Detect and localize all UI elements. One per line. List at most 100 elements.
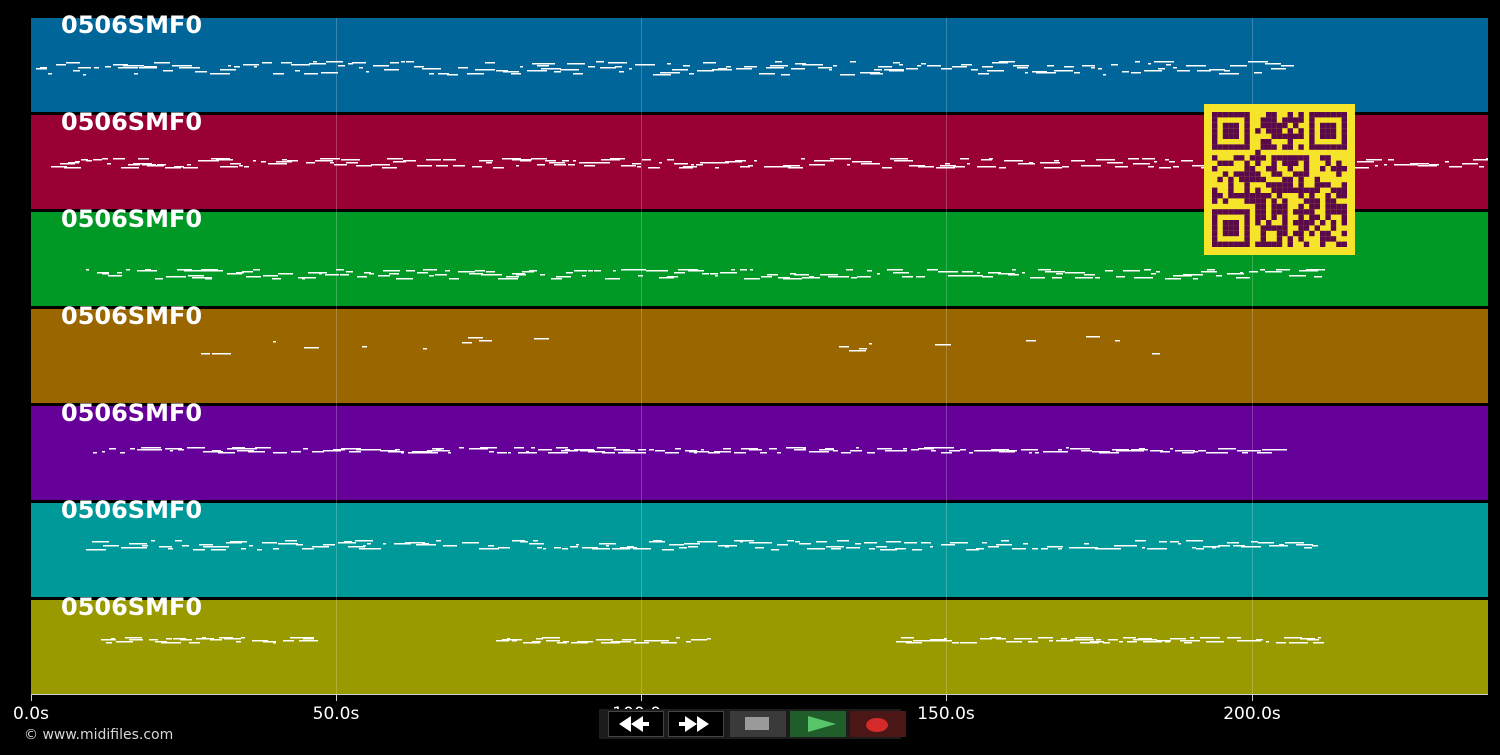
note-mark <box>166 638 172 640</box>
note-mark <box>273 73 284 75</box>
note-mark <box>694 452 697 454</box>
note-mark <box>216 159 233 161</box>
note-mark <box>1467 163 1474 165</box>
note-mark <box>1086 336 1100 338</box>
note-mark <box>1158 68 1165 70</box>
tick-label: 0.0s <box>13 704 49 724</box>
note-mark <box>86 549 106 551</box>
note-mark <box>212 353 231 355</box>
note-mark <box>600 67 616 69</box>
note-mark <box>1312 545 1318 547</box>
record-button[interactable] <box>850 711 906 737</box>
play-button[interactable] <box>790 711 846 737</box>
note-mark <box>1159 541 1167 543</box>
note-mark <box>1196 548 1204 550</box>
note-mark <box>619 71 624 73</box>
note-mark <box>977 272 980 274</box>
note-mark <box>938 271 958 273</box>
note-mark <box>629 269 646 271</box>
note-mark <box>618 452 634 454</box>
note-marks <box>101 637 1324 644</box>
note-mark <box>532 641 541 643</box>
note-mark <box>623 450 635 452</box>
note-mark <box>837 276 849 278</box>
fast-forward-button[interactable] <box>668 711 724 737</box>
note-mark <box>596 61 604 63</box>
note-mark <box>445 270 450 272</box>
note-mark <box>1256 639 1263 641</box>
note-mark <box>1156 271 1160 273</box>
note-mark <box>319 273 322 275</box>
note-mark <box>282 159 287 161</box>
note-mark <box>1064 66 1074 68</box>
note-mark <box>142 545 148 547</box>
note-mark <box>1125 545 1137 547</box>
note-mark <box>1023 543 1028 545</box>
note-mark <box>740 269 747 271</box>
note-mark <box>468 337 483 339</box>
note-mark <box>831 548 841 550</box>
note-mark <box>313 61 317 63</box>
note-mark <box>740 541 743 543</box>
note-mark <box>878 66 892 68</box>
note-mark <box>352 62 366 64</box>
note-mark <box>696 164 703 166</box>
note-mark <box>877 273 880 275</box>
note-mark <box>960 642 977 644</box>
note-mark <box>543 548 546 550</box>
note-mark <box>1207 269 1215 271</box>
note-mark <box>1054 70 1073 72</box>
track-lane[interactable]: 0506SMF0 <box>31 593 1488 694</box>
note-mark <box>348 546 365 548</box>
note-mark <box>447 74 458 76</box>
note-mark <box>102 451 105 453</box>
note-mark <box>706 541 711 543</box>
note-mark <box>996 638 1006 640</box>
track-name: 0506SMF0 <box>61 496 203 524</box>
note-mark <box>291 64 310 66</box>
track-lane[interactable]: 0506SMF0 <box>31 496 1488 597</box>
note-mark <box>78 67 91 69</box>
note-mark <box>648 167 660 169</box>
note-mark <box>582 275 586 277</box>
note-mark <box>1096 159 1115 161</box>
note-mark <box>302 278 305 280</box>
note-mark <box>1006 641 1022 643</box>
note-mark <box>1277 449 1287 451</box>
note-mark <box>855 543 861 545</box>
note-mark <box>1058 449 1062 451</box>
note-mark <box>573 160 576 162</box>
note-mark <box>332 61 343 63</box>
note-mark <box>748 165 753 167</box>
fast-forward-icon <box>679 716 709 732</box>
note-mark <box>671 642 675 644</box>
note-mark <box>1285 542 1304 544</box>
note-mark <box>1184 642 1192 644</box>
track-lane[interactable]: 0506SMF0 <box>31 11 1488 112</box>
note-mark <box>1260 269 1265 271</box>
rewind-button[interactable] <box>608 711 664 737</box>
note-mark <box>803 448 806 450</box>
note-mark <box>179 67 190 69</box>
note-mark <box>129 543 147 545</box>
note-mark <box>458 271 475 273</box>
note-mark <box>1276 642 1286 644</box>
track-lane[interactable]: 0506SMF0 <box>31 302 1488 403</box>
note-mark <box>1213 452 1228 454</box>
note-marks <box>86 540 1318 551</box>
stop-button[interactable] <box>730 711 786 737</box>
note-mark <box>453 545 457 547</box>
note-mark <box>1456 166 1459 168</box>
note-mark <box>367 543 371 545</box>
note-mark <box>315 160 333 162</box>
note-mark <box>529 270 537 272</box>
note-mark <box>1040 162 1060 164</box>
note-mark <box>976 548 984 550</box>
track-lane[interactable]: 0506SMF0 <box>31 399 1488 500</box>
note-mark <box>211 549 226 551</box>
note-mark <box>479 548 499 550</box>
note-mark <box>735 160 746 162</box>
note-mark <box>408 160 413 162</box>
note-mark <box>829 69 832 71</box>
note-mark <box>799 543 811 545</box>
